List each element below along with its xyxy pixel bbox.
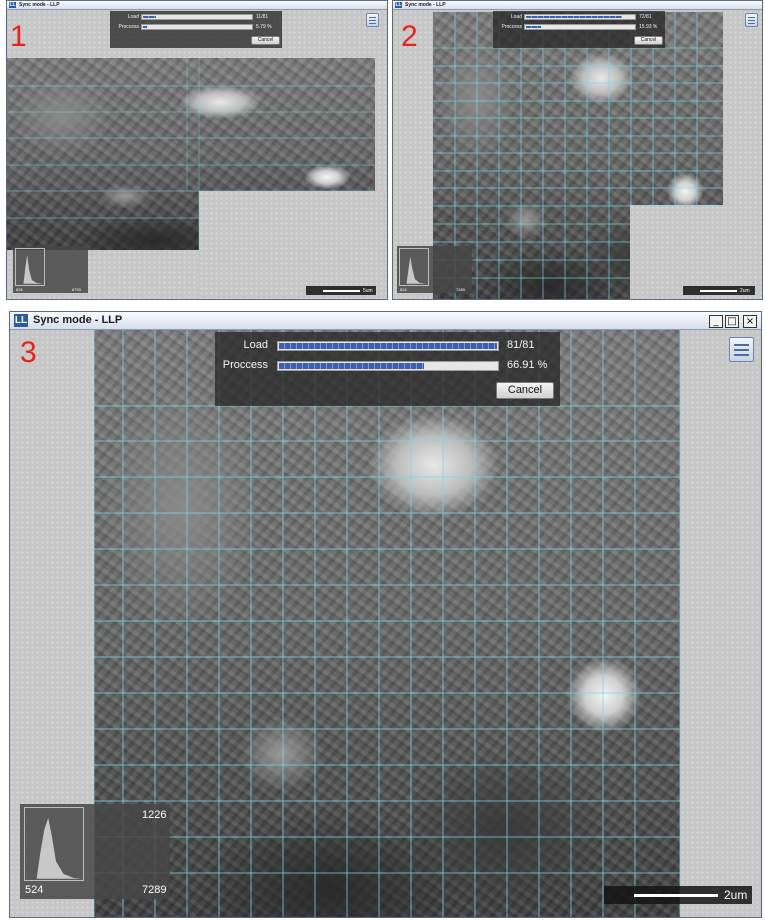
- cancel-button[interactable]: Cancel: [251, 36, 280, 45]
- minimize-icon[interactable]: _: [709, 315, 723, 328]
- title-bar: LL Sync mode - LLP: [393, 1, 762, 10]
- process-progress-bar: [141, 24, 253, 30]
- histogram-max: 7289: [142, 884, 167, 896]
- scale-bar: 2um: [604, 886, 752, 904]
- app-icon: LL: [14, 314, 28, 327]
- window-title: Sync mode - LLP: [33, 314, 123, 326]
- progress-fill: [143, 16, 156, 18]
- load-value: 81/81: [507, 339, 535, 351]
- panel-number-1: 1: [10, 20, 27, 53]
- image-canvas[interactable]: Load 72/81 Proccess 15.93 % Cancel 524 7…: [393, 10, 762, 299]
- histogram-icon: [399, 248, 429, 286]
- histogram-icon: [15, 248, 45, 286]
- menu-icon[interactable]: [729, 337, 754, 362]
- maximize-icon[interactable]: □: [725, 315, 739, 328]
- app-icon: LL: [395, 2, 402, 8]
- load-label: Load: [510, 14, 522, 20]
- process-value: 15.93 %: [639, 24, 658, 30]
- scale-line: [634, 894, 718, 897]
- image-canvas[interactable]: Load 11/81 Proccess 5.79 % Cancel 826 67…: [7, 10, 387, 299]
- scale-bar: 5um: [306, 286, 376, 295]
- progress-fill: [526, 16, 622, 18]
- histogram-panel: 826 6793: [13, 246, 88, 293]
- load-label: Load: [243, 339, 268, 351]
- app-icon: LL: [9, 2, 16, 8]
- menu-icon[interactable]: [745, 13, 758, 27]
- histogram-panel: 1226 524 7289: [20, 804, 170, 899]
- progress-fill: [143, 26, 148, 28]
- histogram-max: 6793: [72, 287, 81, 292]
- cancel-button[interactable]: Cancel: [496, 382, 554, 399]
- process-label: Proccess: [501, 24, 522, 30]
- window-title: Sync mode - LLP: [19, 2, 60, 8]
- window-panel-3: LL Sync mode - LLP _ □ × Load 81/81 Proc…: [9, 311, 762, 918]
- process-progress-bar: [277, 361, 499, 371]
- window-panel-2: LL Sync mode - LLP Load 72/81 Proccess 1…: [392, 0, 763, 300]
- histogram-min: 524: [400, 287, 407, 292]
- process-label: Proccess: [222, 359, 268, 371]
- progress-fill: [279, 363, 425, 369]
- load-value: 72/81: [639, 14, 652, 20]
- process-value: 66.91 %: [507, 359, 548, 371]
- close-icon[interactable]: ×: [743, 315, 757, 328]
- progress-fill: [526, 26, 542, 28]
- scale-label: 5um: [363, 288, 373, 294]
- histogram-icon: [24, 807, 84, 881]
- load-progress-bar: [141, 14, 253, 20]
- scale-label: 2um: [724, 888, 748, 902]
- panel-number-2: 2: [401, 20, 418, 53]
- scale-line: [700, 290, 737, 292]
- scale-bar: 2um: [683, 286, 755, 295]
- process-value: 5.79 %: [256, 24, 272, 30]
- progress-fill: [279, 343, 497, 349]
- process-progress-bar: [524, 24, 636, 30]
- image-canvas[interactable]: Load 81/81 Proccess 66.91 % Cancel 1226 …: [10, 330, 761, 917]
- histogram-min: 524: [25, 884, 44, 896]
- progress-dialog: Load 72/81 Proccess 15.93 % Cancel: [493, 11, 665, 48]
- load-value: 11/81: [256, 14, 269, 20]
- load-label: Load: [127, 14, 139, 20]
- process-label: Proccess: [118, 24, 139, 30]
- histogram-max: 7289: [456, 287, 465, 292]
- progress-dialog: Load 11/81 Proccess 5.79 % Cancel: [110, 11, 282, 48]
- cancel-button[interactable]: Cancel: [634, 36, 663, 45]
- title-bar: LL Sync mode - LLP: [7, 1, 387, 10]
- load-progress-bar: [524, 14, 636, 20]
- panel-number-3: 3: [20, 336, 37, 369]
- histogram-peak: 1226: [142, 809, 167, 821]
- window-panel-1: LL Sync mode - LLP Load 11/81 Proccess 5…: [6, 0, 388, 300]
- menu-icon[interactable]: [366, 13, 379, 27]
- histogram-panel: 524 7289: [397, 246, 472, 293]
- progress-dialog: Load 81/81 Proccess 66.91 % Cancel: [215, 332, 560, 406]
- window-title: Sync mode - LLP: [405, 2, 446, 8]
- scale-line: [323, 290, 360, 292]
- histogram-min: 826: [16, 287, 23, 292]
- load-progress-bar: [277, 341, 499, 351]
- title-bar: LL Sync mode - LLP _ □ ×: [10, 312, 761, 330]
- scale-label: 2um: [740, 288, 750, 294]
